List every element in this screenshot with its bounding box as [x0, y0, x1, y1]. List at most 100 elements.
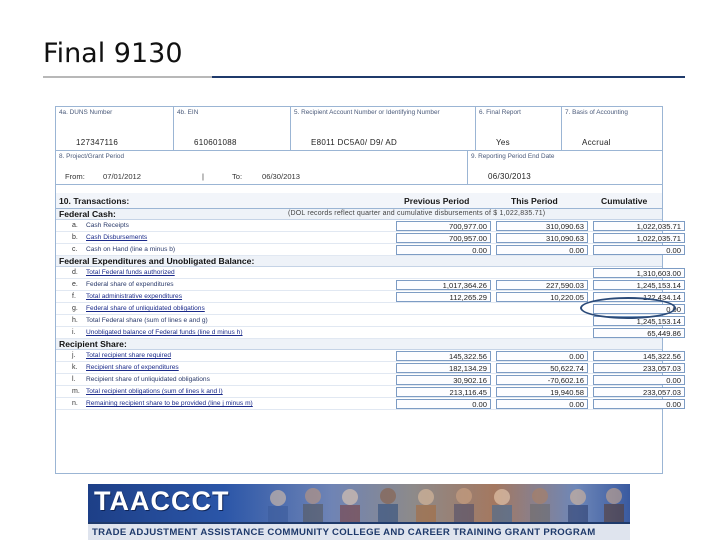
row-description-link[interactable]: Remaining recipient share to be provided… [86, 400, 253, 407]
table-row: h. Total Federal share (sum of lines e a… [56, 315, 685, 327]
this-period-value: 0.00 [496, 245, 588, 255]
this-period-value: 19,940.58 [496, 387, 588, 397]
federal-financial-report-form: 4a. DUNS Number 127347116 4b. EIN 610601… [55, 106, 685, 474]
row-description-link[interactable]: Total Federal funds authorized [86, 269, 175, 276]
reporting-period-cell: 9. Reporting Period End Date 06/30/2013 [468, 151, 664, 184]
final-report-label: 6. Final Report [479, 109, 521, 116]
cumulative-value: 0.00 [593, 399, 685, 409]
final-report-cell: 6. Final Report Yes [476, 107, 562, 150]
row-description-link[interactable]: Recipient share of expenditures [86, 364, 179, 371]
federal-cash-label: Federal Cash: [59, 209, 116, 219]
duns-label: 4a. DUNS Number [59, 109, 113, 116]
section-recipient-share: Recipient Share: [56, 339, 662, 350]
previous-period-value: 145,322.56 [396, 351, 491, 361]
row-description: Federal share of expenditures [86, 281, 174, 288]
project-period-label: 8. Project/Grant Period [59, 153, 125, 160]
row-description-link[interactable]: Total administrative expenditures [86, 293, 182, 300]
transactions-header: 10. Transactions: Previous Period This P… [56, 193, 662, 209]
account-number-value: E8011 DC5A0/ D9/ AD [311, 138, 398, 147]
table-row: m. Total recipient obligations (sum of l… [56, 386, 685, 398]
table-row: l. Recipient share of unliquidated oblig… [56, 374, 685, 386]
cumulative-value: 65,449.86 [593, 328, 685, 338]
table-row: n. Remaining recipient share to be provi… [56, 398, 685, 410]
transactions-heading: 10. Transactions: [59, 196, 130, 206]
this-period-value: 10,220.05 [496, 292, 588, 302]
from-date: 07/01/2012 [103, 172, 142, 181]
row-description-link[interactable]: Federal share of unliquidated obligation… [86, 305, 205, 312]
project-period-cell: 8. Project/Grant Period From: 07/01/2012… [56, 151, 468, 184]
table-row: k. Recipient share of expenditures 182,1… [56, 362, 685, 374]
highlight-ellipse [580, 297, 676, 319]
table-row: b. Cash Disbursements 700,957.00 310,090… [56, 232, 685, 244]
row-description: Cash on Hand (line a minus b) [86, 246, 176, 253]
col-this-period: This Period [511, 196, 558, 206]
row-description: Cash Receipts [86, 222, 129, 229]
table-row: f. Total administrative expenditures 112… [56, 291, 685, 303]
basis-accounting-cell: 7. Basis of Accounting Accrual [562, 107, 664, 150]
table-row: e. Federal share of expenditures 1,017,3… [56, 279, 685, 291]
cumulative-value: 233,057.03 [593, 363, 685, 373]
ein-value: 610601088 [194, 138, 237, 147]
this-period-value: 310,090.63 [496, 233, 588, 243]
this-period-value: 0.00 [496, 399, 588, 409]
row-letter: a. [72, 222, 78, 229]
cumulative-value: 0.00 [593, 375, 685, 385]
previous-period-value: 700,957.00 [396, 233, 491, 243]
cumulative-value: 1,245,153.14 [593, 280, 685, 290]
previous-period-value: 0.00 [396, 245, 491, 255]
row-letter: i. [72, 329, 76, 336]
row-letter: d. [72, 269, 78, 276]
col-previous-period: Previous Period [404, 196, 470, 206]
row-letter: m. [72, 388, 80, 395]
reporting-period-label: 9. Reporting Period End Date [471, 153, 555, 160]
account-number-cell: 5. Recipient Account Number or Identifyi… [291, 107, 476, 150]
duns-value: 127347116 [76, 138, 119, 147]
this-period-value: 310,090.63 [496, 221, 588, 231]
table-row: g. Federal share of unliquidated obligat… [56, 303, 685, 315]
this-period-value: 0.00 [496, 351, 588, 361]
taaccct-logo: TAACCCT [94, 486, 230, 516]
cumulative-value: 1,022,035.71 [593, 221, 685, 231]
previous-period-value: 0.00 [396, 399, 491, 409]
cumulative-value: 233,057.03 [593, 387, 685, 397]
account-number-label: 5. Recipient Account Number or Identifyi… [294, 109, 440, 116]
taaccct-banner: TAACCCT TRADE ADJUSTMENT ASSISTANCE COMM… [88, 484, 630, 540]
table-row: i. Unobligated balance of Federal funds … [56, 327, 685, 339]
from-label: From: [65, 172, 85, 181]
previous-period-value: 112,265.29 [396, 292, 491, 302]
section-federal-expenditures: Federal Expenditures and Unobligated Bal… [56, 256, 662, 267]
row-letter: k. [72, 364, 78, 371]
previous-period-value: 213,116.45 [396, 387, 491, 397]
row-letter: j. [72, 352, 76, 359]
previous-period-value: 30,902.16 [396, 375, 491, 385]
row-letter: e. [72, 281, 78, 288]
to-label: To: [232, 172, 243, 181]
table-row: d. Total Federal funds authorized 1,310,… [56, 267, 685, 279]
banner-subtitle-strip: TRADE ADJUSTMENT ASSISTANCE COMMUNITY CO… [88, 522, 630, 540]
row-letter: c. [72, 246, 78, 253]
table-row: c. Cash on Hand (line a minus b) 0.00 0.… [56, 244, 685, 256]
recipient-share-label: Recipient Share: [59, 339, 127, 349]
basis-accounting-label: 7. Basis of Accounting [565, 109, 628, 116]
cumulative-value: 1,310,603.00 [593, 268, 685, 278]
period-separator: | [202, 172, 204, 181]
slide-title: Final 9130 [43, 38, 183, 69]
table-row: a. Cash Receipts 700,977.00 310,090.63 1… [56, 220, 685, 232]
row-description-link[interactable]: Unobligated balance of Federal funds (li… [86, 329, 243, 336]
row-description: Recipient share of unliquidated obligati… [86, 376, 210, 383]
row-letter: l. [72, 376, 76, 383]
cumulative-value: 145,322.56 [593, 351, 685, 361]
header-row-periods: 8. Project/Grant Period From: 07/01/2012… [56, 151, 662, 185]
ein-cell: 4b. EIN 610601088 [174, 107, 291, 150]
row-description-link[interactable]: Total recipient share required [86, 352, 171, 359]
to-date: 06/30/2013 [262, 172, 301, 181]
federal-expenditures-label: Federal Expenditures and Unobligated Bal… [59, 256, 255, 266]
title-rule-gray [43, 76, 212, 78]
row-description-link[interactable]: Total recipient obligations (sum of line… [86, 388, 223, 395]
row-letter: b. [72, 234, 78, 241]
ein-label: 4b. EIN [177, 109, 199, 116]
title-rule-blue [212, 76, 685, 78]
reporting-period-value: 06/30/2013 [488, 172, 532, 181]
previous-period-value: 700,977.00 [396, 221, 491, 231]
row-description-link[interactable]: Cash Disbursements [86, 234, 147, 241]
